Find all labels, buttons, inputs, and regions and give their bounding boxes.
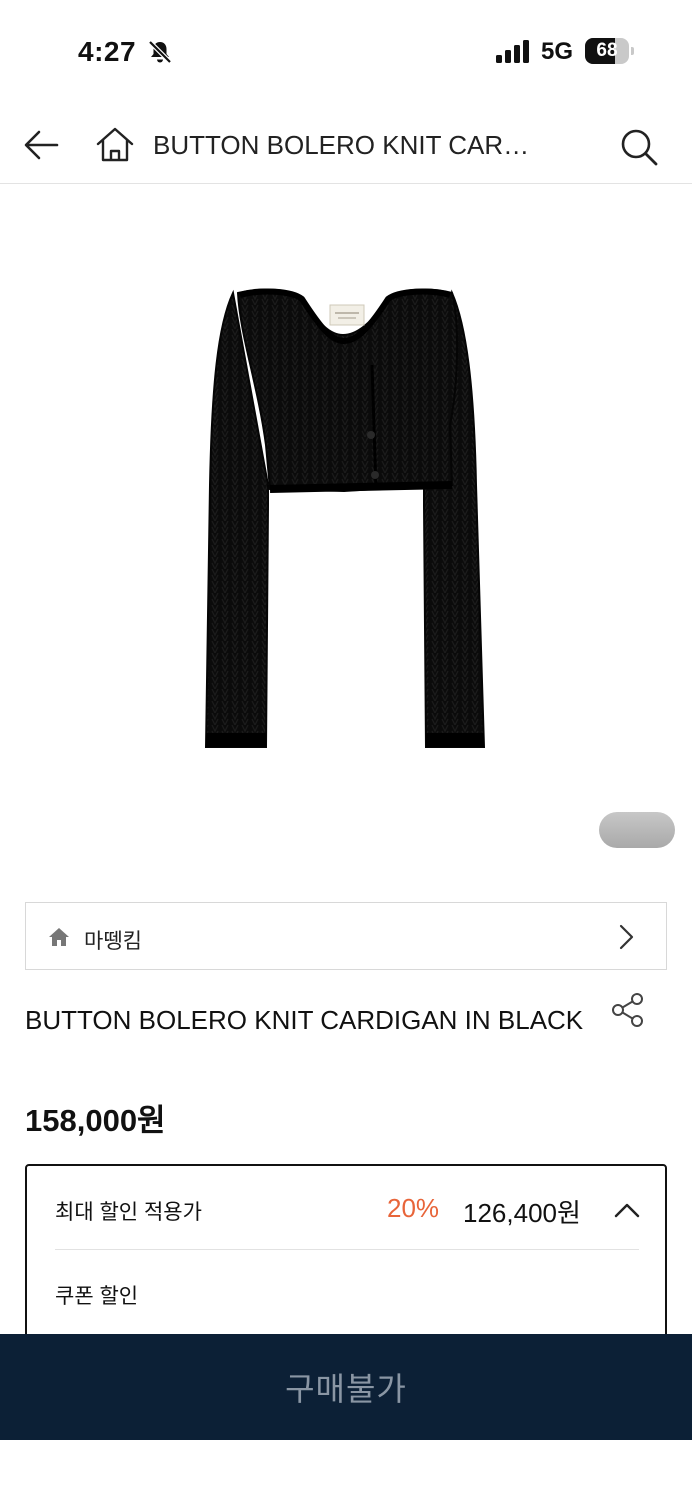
- coupon-discount-label: 쿠폰 할인: [55, 1285, 139, 1308]
- page-title: BUTTON BOLERO KNIT CARDIGAN IN BLACK: [153, 130, 533, 160]
- status-bar: 4:27 5G 68: [0, 0, 692, 100]
- chevron-up-icon[interactable]: [613, 1198, 641, 1222]
- product-image-gallery[interactable]: [0, 185, 692, 885]
- brand-link[interactable]: 마뗑킴: [25, 902, 667, 970]
- buy-button-label: 구매불가: [285, 1371, 407, 1407]
- product-image: [204, 288, 486, 748]
- discount-rate: 20%: [387, 1193, 440, 1223]
- share-icon[interactable]: [609, 992, 647, 1028]
- top-navigation: BUTTON BOLERO KNIT CARDIGAN IN BLACK: [0, 100, 692, 184]
- home-filled-icon: [49, 928, 69, 946]
- discounted-price: 126,400원: [463, 1198, 581, 1228]
- cellular-signal-icon: [496, 40, 529, 63]
- image-pager-indicator: [599, 812, 675, 848]
- network-type: 5G: [541, 38, 574, 65]
- arrow-left-icon[interactable]: [20, 124, 62, 166]
- product-title: BUTTON BOLERO KNIT CARDIGAN IN BLACK: [25, 1005, 584, 1035]
- chevron-right-icon: [619, 924, 634, 950]
- brand-name: 마뗑킴: [84, 930, 142, 953]
- bell-slash-icon: [148, 40, 172, 64]
- status-time: 4:27: [78, 36, 137, 67]
- battery-percent: 68: [596, 40, 618, 61]
- divider: [55, 1249, 639, 1250]
- search-icon[interactable]: [616, 124, 662, 170]
- battery-icon: 68: [585, 38, 635, 64]
- product-price: 158,000원: [25, 1103, 166, 1138]
- max-discount-label: 최대 할인 적용가: [55, 1201, 202, 1224]
- home-outline-icon[interactable]: [94, 124, 136, 166]
- buy-button[interactable]: 구매불가: [0, 1334, 692, 1440]
